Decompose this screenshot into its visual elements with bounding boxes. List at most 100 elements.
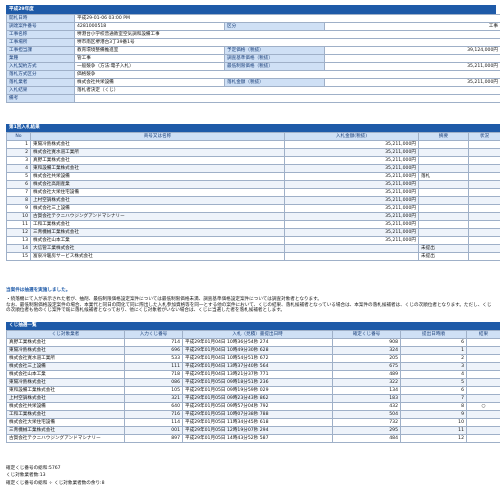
lottery-company-name: 株式会社寛水道工業所 [6,354,125,363]
lottery-col-header: 入力くじ番号 [124,330,183,339]
info-value: 管工事 [74,54,225,63]
info-label-2: 最低制限価格（税抜） [224,62,325,71]
lottery-company-name: 上村空調株式会社 [6,394,125,403]
lottery-input-number: 640 [124,402,183,411]
bid-status [468,172,500,181]
bid-no: 15 [6,252,31,261]
info-row: 入札結果 落札者決定（くじ） [6,86,500,95]
lottery-order: 3 [400,362,467,371]
info-label: 入札結果 [6,86,75,95]
info-value: 落札者決定（くじ） [74,86,500,95]
lottery-fixed-number: 324 [332,346,401,355]
lottery-result [466,338,500,347]
bid-company-name: 工和工業株式会社 [30,220,285,229]
bid-row: 10 古賀会社テクニハウジングアンドマシナリー 35,211,000円 [6,212,500,221]
lottery-result [466,394,500,403]
bid-company-name: 上村空調株式会社 [30,196,285,205]
info-label: 工事場所 [6,38,75,47]
bid-no: 13 [6,236,31,245]
lottery-order: 7 [400,394,467,403]
bid-no: 10 [6,212,31,221]
bid-note [418,220,469,229]
bid-no: 6 [6,180,31,189]
lottery-company-name: 真野工業株式会社 [6,338,125,347]
bid-note [418,188,469,197]
lottery-row: 株式会社山本工業 718 平成29年01月04日 13時21分37秒 771 489 4 [6,370,500,379]
info-value: 教育環境整備推進室 [74,46,225,55]
lottery-submit-time: 平成29年01月04日 10時36分54秒 274 [182,338,333,347]
lottery-row: 東陽冷熱株式会社 696 平成29年01月04日 10時49分30秒 628 324 1 [6,346,500,355]
bid-amount: 35,211,000円 [284,220,419,229]
info-value: 株式会社共栄設備 [74,78,225,87]
lottery-company-name: 株式会社三上設備 [6,362,125,371]
lottery-order: 5 [400,378,467,387]
bid-company-name: 株式会社共栄設備 [30,172,285,181]
lottery-row: 三青機械工業株式会社 001 平成29年01月05日 12時19分07秒 294 29… [6,426,500,435]
lottery-company-name: 東陽冷熱株式会社 [6,346,125,355]
lottery-company-name: 三青機械工業株式会社 [6,426,125,435]
info-row: 業種 管工事 調査基準価格（税抜） [6,54,500,63]
info-label-2: 落札金額（税抜） [224,78,325,87]
bid-company-name: 株式会社高翔産業 [30,180,285,189]
bid-status [468,244,500,253]
info-value: 堺市南区堺港台3丁39番1号 [74,38,500,47]
bid-note [418,196,469,205]
info-row: 落札業者 株式会社共栄設備 落札金額（税抜） 35,211,000円 [6,78,500,87]
info-value: 一般競争（方法:電子入札） [74,62,225,71]
bid-no: 12 [6,228,31,237]
lottery-result [466,346,500,355]
bid-amount: 35,211,000円 [284,180,419,189]
info-label: 落札方式区分 [6,70,75,79]
bid-status [468,212,500,221]
bid-results-title: 第1回入札結果 [6,124,500,132]
lottery-submit-time: 平成29年01月04日 13時21分37秒 771 [182,370,333,379]
bid-results-table: No 商号又は名称 入札金額(税抜) 摘要 状況 1 東陽冷熱株式会社 35,211,000… [6,132,500,261]
info-label: 備考 [6,94,75,103]
lottery-submit-time: 平成29年01月04日 10時49分30秒 628 [182,346,333,355]
bid-status [468,156,500,165]
lottery-submit-time: 平成29年01月04日 10時54分51秒 672 [182,354,333,363]
bid-row: 4 東和設備工業株式会社 35,211,000円 [6,164,500,173]
bid-no: 2 [6,148,31,157]
lottery-input-number: 696 [124,346,183,355]
bid-no: 5 [6,172,31,181]
lottery-fixed-number: 295 [332,426,401,435]
lottery-submit-time: 平成29年01月05日 10時07分38秒 788 [182,410,333,419]
bid-company-name: 株式会社山本工業 [30,236,285,245]
lottery-notice-headline: 当案件は抽選を実施しました。 [6,288,71,293]
bid-note [418,156,469,165]
lottery-company-name: 株式会社大栄住宅設備 [6,418,125,427]
bid-company-name: 三青機械工業株式会社 [30,228,285,237]
lottery-submit-time: 平成29年01月05日 09時23分43秒 862 [182,394,333,403]
lottery-fixed-number: 484 [332,434,401,443]
lottery-table: くじ対象業者 入力くじ番号 入札（見積）書提出日時 確定くじ番号 提出日時順 結果 真野工… [6,330,500,443]
lottery-submit-time: 平成29年01月05日 14時43分52秒 587 [182,434,333,443]
lottery-submit-time: 平成29年01月05日 09時57分04秒 792 [182,402,333,411]
lottery-result [466,426,500,435]
lottery-order: 9 [400,410,467,419]
bid-amount: 35,211,000円 [284,148,419,157]
lottery-col-header: 結果 [466,330,500,339]
bid-note: 落札 [418,172,469,181]
bid-row: 6 株式会社高翔産業 35,211,000円 [6,180,500,189]
lottery-fixed-number: 205 [332,354,401,363]
bid-amount: 35,211,000円 [284,188,419,197]
lottery-col-header: 入札（見積）書提出日時 [182,330,333,339]
info-row: 開札日時 平成29-01-06 03:00 PM [6,14,500,23]
bid-status [468,140,500,149]
info-label-2: 予定価格（税抜） [224,46,325,55]
bid-row: 1 東陽冷熱株式会社 35,211,000円 [6,140,500,149]
bid-amount: 35,211,000円 [284,212,419,221]
info-label-2: 調査基準価格（税抜） [224,54,325,63]
lottery-input-number: 533 [124,354,183,363]
lottery-input-number: 718 [124,370,183,379]
bid-note: 未提出 [418,244,469,253]
lottery-result [466,362,500,371]
lottery-submit-time: 平成29年01月05日 11時34分45秒 618 [182,418,333,427]
info-label: 工事担当課 [6,46,75,55]
bid-no: 7 [6,188,31,197]
bid-note [418,212,469,221]
lottery-input-number: 111 [124,362,183,371]
bid-company-name: 株式会社大栄住宅設備 [30,188,285,197]
bid-company-name: 株式会社三上設備 [30,204,285,213]
